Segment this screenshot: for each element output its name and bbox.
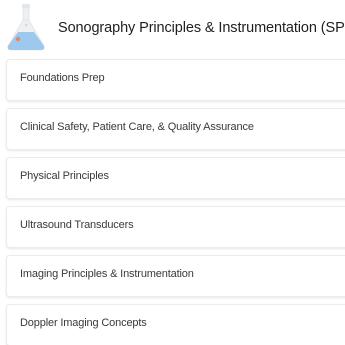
topic-list: Foundations Prep Clinical Safety, Patien…	[6, 59, 345, 345]
course-page: Sonography Principles & Instrumentation …	[0, 0, 345, 345]
course-header: Sonography Principles & Instrumentation …	[0, 0, 345, 58]
topic-item-clinical-safety[interactable]: Clinical Safety, Patient Care, & Quality…	[6, 108, 345, 150]
topic-item-ultrasound-transducers[interactable]: Ultrasound Transducers	[6, 206, 345, 248]
course-title: Sonography Principles & Instrumentation …	[58, 20, 345, 36]
topic-item-physical-principles[interactable]: Physical Principles	[6, 157, 345, 199]
topic-label: Physical Principles	[20, 170, 109, 182]
topic-item-foundations-prep[interactable]: Foundations Prep	[6, 59, 345, 101]
topic-label: Ultrasound Transducers	[20, 219, 134, 231]
topic-label: Foundations Prep	[20, 72, 105, 84]
topic-item-doppler-imaging[interactable]: Doppler Imaging Concepts	[6, 304, 345, 345]
flask-icon	[4, 2, 48, 54]
topic-label: Clinical Safety, Patient Care, & Quality…	[20, 121, 254, 133]
topic-label: Imaging Principles & Instrumentation	[20, 268, 194, 280]
topic-label: Doppler Imaging Concepts	[20, 317, 147, 329]
topic-item-imaging-principles[interactable]: Imaging Principles & Instrumentation	[6, 255, 345, 297]
